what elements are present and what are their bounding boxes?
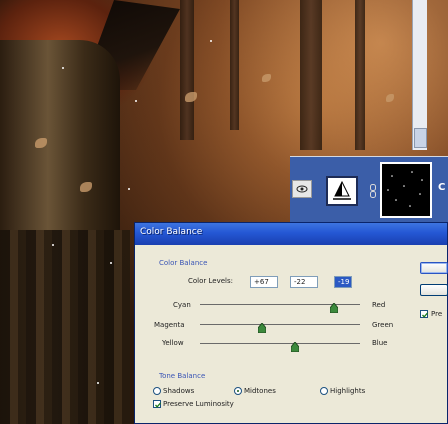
- radio-shadows[interactable]: [153, 387, 161, 395]
- sparkle: [97, 382, 99, 384]
- figure-skirt: [0, 230, 130, 424]
- slider-label-blue: Blue: [372, 339, 388, 347]
- tree-trunk: [230, 0, 239, 130]
- slider-thumb-yellow-blue[interactable]: [290, 337, 300, 353]
- sparkle: [52, 244, 54, 246]
- falling-leaf: [386, 94, 394, 102]
- radio-shadows-label[interactable]: Shadows: [163, 387, 194, 395]
- sparkle: [128, 188, 130, 190]
- preserve-luminosity-checkbox[interactable]: [153, 400, 161, 408]
- slider-track-magenta-green: [200, 324, 360, 325]
- dialog-titlebar[interactable]: Color Balance: [135, 223, 447, 245]
- color-level-cyan-red-input[interactable]: +67: [250, 276, 278, 288]
- slider-label-red: Red: [372, 301, 386, 309]
- slider-label-magenta: Magenta: [154, 321, 185, 329]
- color-level-yellow-blue-input[interactable]: -19: [334, 276, 352, 288]
- falling-leaf: [185, 92, 197, 102]
- color-levels-label: Color Levels:: [188, 277, 233, 285]
- dialog-title: Color Balance: [140, 227, 203, 237]
- cancel-button[interactable]: [420, 284, 448, 296]
- tree-trunk: [300, 0, 322, 150]
- sparkle: [110, 262, 112, 264]
- color-level-magenta-green-input[interactable]: -22: [290, 276, 318, 288]
- scrollbar-thumb[interactable]: [414, 128, 427, 148]
- radio-highlights[interactable]: [320, 387, 328, 395]
- preserve-luminosity-label[interactable]: Preserve Luminosity: [163, 400, 234, 408]
- preview-checkbox[interactable]: [420, 310, 428, 318]
- slider-thumb-magenta-green[interactable]: [257, 318, 267, 334]
- tree-trunk: [180, 0, 194, 140]
- preview-label[interactable]: Pre: [431, 310, 442, 318]
- slider-label-cyan: Cyan: [173, 301, 191, 309]
- slider-label-green: Green: [372, 321, 394, 329]
- sparkle: [135, 100, 137, 102]
- slider-label-yellow: Yellow: [162, 339, 184, 347]
- slider-track-yellow-blue: [200, 343, 360, 344]
- color-balance-group-label: Color Balance: [159, 259, 208, 267]
- slider-thumb-cyan-red[interactable]: [329, 298, 339, 314]
- falling-leaf: [262, 74, 271, 82]
- radio-midtones-label[interactable]: Midtones: [244, 387, 276, 395]
- sparkle: [62, 67, 64, 69]
- eye-icon[interactable]: [292, 180, 312, 198]
- layer-name[interactable]: C: [438, 182, 445, 193]
- radio-highlights-label[interactable]: Highlights: [330, 387, 365, 395]
- tree-trunk: [355, 0, 365, 150]
- tone-balance-group-label: Tone Balance: [159, 372, 206, 380]
- layer-mask-thumbnail[interactable]: [380, 162, 432, 218]
- color-balance-adjustment-icon[interactable]: [326, 176, 358, 206]
- ok-button[interactable]: [420, 262, 448, 274]
- sparkle: [210, 40, 212, 42]
- layers-scrollbar[interactable]: [412, 0, 427, 150]
- radio-midtones[interactable]: [234, 387, 242, 395]
- chain-link-icon[interactable]: [370, 183, 376, 198]
